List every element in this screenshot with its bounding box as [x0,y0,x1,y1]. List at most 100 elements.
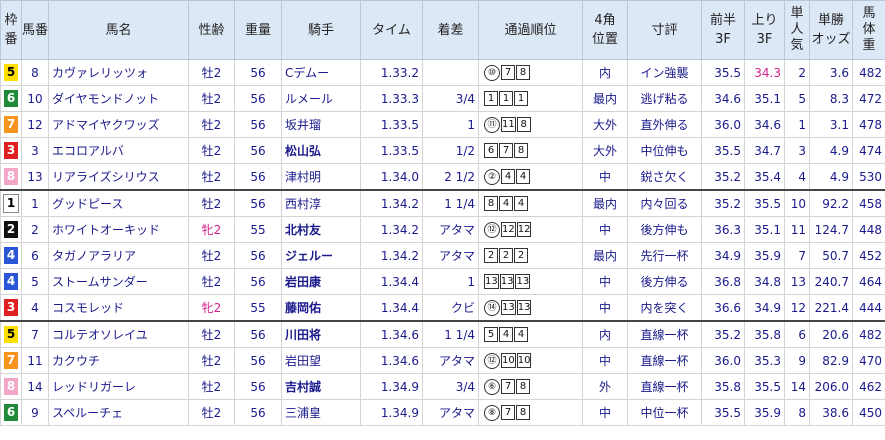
margin: アタマ [422,347,479,374]
umaban: 7 [21,320,49,348]
margin: クビ [422,294,479,322]
first-3f: 34.6 [701,85,745,112]
jockey-name: Cデムー [281,59,361,86]
col-odds: 単勝 オッズ [809,0,853,60]
passing-order: 13 13 13 [478,268,583,295]
sex-age: 牡2 [188,242,235,269]
first-3f: 35.5 [701,399,745,426]
corner-position: 最内 [582,189,628,217]
table-row: 6 9 スペルーチェ 牡2 56 三浦皇 1.34.9 アタマ ⑧ 7 8 中中位一杯 35.5 35.9… [0,399,885,426]
passing-position: 13 [501,300,516,315]
race-comment: 逃げ粘る [627,85,702,112]
finish-time: 1.34.2 [360,189,423,217]
last-3f: 34.6 [744,111,785,138]
margin: 2 1/2 [422,163,479,191]
first-3f: 36.0 [701,347,745,374]
umaban: 3 [21,137,49,164]
jockey-name: ジェルー [281,242,361,269]
race-comment: 中位伸も [627,137,702,164]
umaban: 5 [21,268,49,295]
waku-number: 8 [4,378,18,395]
waku-number: 7 [4,116,18,133]
corner-position: 中 [582,216,628,243]
corner-position: 中 [582,347,628,374]
passing-position: 13 [484,274,499,289]
umaban: 4 [21,294,49,322]
body-weight: 470 [852,347,885,374]
first-3f: 35.8 [701,373,745,400]
popularity: 6 [784,320,810,348]
win-odds: 92.2 [809,189,853,217]
waku-number: 4 [4,247,18,264]
race-comment: 内々回る [627,189,702,217]
body-weight: 448 [852,216,885,243]
jockey-name: 藤岡佑 [281,294,361,322]
passing-position: 10 [516,353,532,368]
passing-position: 13 [499,274,515,289]
sex-age: 牡2 [188,163,235,191]
passing-position: 2 [484,248,498,263]
umaban: 12 [21,111,49,138]
table-row: 7 11 カクウチ 牡2 56 岩田望 1.34.6 アタマ ⑫ 10 10 中直線一杯 36.0 35.… [0,347,885,374]
race-comment: 直線一杯 [627,320,702,348]
passing-position: 8 [516,405,530,420]
corner-position: 最内 [582,85,628,112]
margin: 1 [422,268,479,295]
waku-badge: 3 [0,294,22,322]
passing-position: ⑫ [484,221,500,238]
last-3f: 34.8 [744,268,785,295]
popularity: 5 [784,85,810,112]
horse-name: カクウチ [48,347,189,374]
carried-weight: 56 [234,242,282,269]
finish-time: 1.34.0 [360,163,423,191]
table-row: 6 10 ダイヤモンドノット 牡2 56 ルメール 1.33.3 3/4 1 1 1 最内 逃げ粘る 34… [0,85,885,112]
sex-age: 牡2 [188,85,235,112]
last-3f: 35.8 [744,320,785,348]
jockey-name: 西村淳 [281,189,361,217]
passing-position: 4 [499,196,513,211]
win-odds: 38.6 [809,399,853,426]
umaban: 14 [21,373,49,400]
race-comment: 先行一杯 [627,242,702,269]
popularity: 9 [784,347,810,374]
passing-order: 222 [478,242,583,269]
finish-time: 1.34.4 [360,268,423,295]
passing-order: 111 [478,85,583,112]
table-row: 7 12 アドマイヤクワッズ 牡2 56 坂井瑠 1.33.5 1 ⑪ 11 8 大外 直外伸る 36.0… [0,111,885,138]
passing-position: ⑭ [484,299,500,316]
col-umaban: 馬番 [21,0,49,60]
jockey-name: 坂井瑠 [281,111,361,138]
waku-badge: 6 [0,85,22,112]
horse-name: タガノアラリア [48,242,189,269]
passing-position: 7 [501,405,515,420]
table-row: 1 1 グッドピース 牡2 56 西村淳 1.34.2 1 1/4 8 4 4 最内 内々回る 35.2 3… [0,189,885,217]
body-weight: 478 [852,111,885,138]
body-weight: 482 [852,320,885,348]
table-row: 8 13 リアライズシリウス 牡2 56 津村明 1.34.0 2 1/2 ② 4 4 中鋭さ欠く 35… [0,163,885,191]
carried-weight: 55 [234,216,282,243]
popularity: 13 [784,268,810,295]
col-waku: 枠番 [0,0,22,60]
jockey-name: 岩田望 [281,347,361,374]
jockey-name: 岩田康 [281,268,361,295]
col-time: タイム [360,0,423,60]
table-row: 5 8 カヴァレリッツォ 牡2 56 Cデムー 1.33.2 ⑩ 7 8 内イン強襲 35.5 34.3… [0,59,885,86]
carried-weight: 56 [234,347,282,374]
umaban: 8 [21,59,49,86]
margin: 1 1/4 [422,189,479,217]
win-odds: 124.7 [809,216,853,243]
passing-position: 8 [516,379,530,394]
body-weight: 462 [852,373,885,400]
passing-position: 10 [501,353,516,368]
race-comment: イン強襲 [627,59,702,86]
passing-position: 4 [516,169,530,184]
umaban: 1 [21,189,49,217]
first-3f: 36.3 [701,216,745,243]
passing-position: 8 [516,65,530,80]
win-odds: 50.7 [809,242,853,269]
carried-weight: 56 [234,163,282,191]
passing-position: 1 [484,91,498,106]
umaban: 13 [21,163,49,191]
finish-time: 1.33.3 [360,85,423,112]
sex-age: 牡2 [188,189,235,217]
